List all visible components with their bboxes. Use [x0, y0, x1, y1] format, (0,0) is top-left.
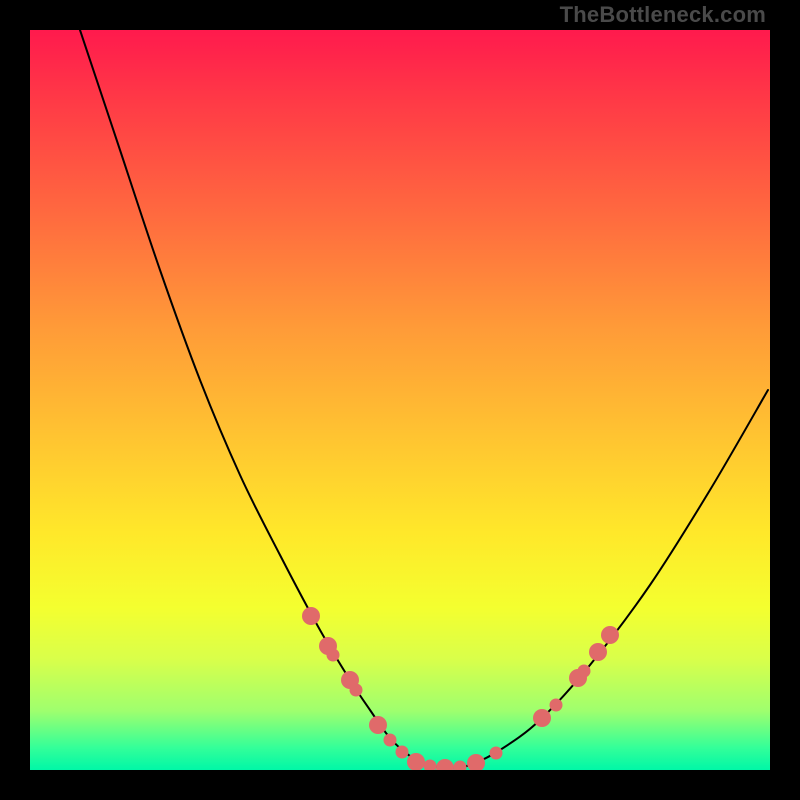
- curve-marker: [533, 709, 551, 727]
- curve-marker: [454, 761, 467, 771]
- curve-marker: [350, 684, 363, 697]
- curve-line: [80, 30, 768, 768]
- curve-marker: [436, 759, 454, 770]
- curve-marker: [302, 607, 320, 625]
- curve-marker: [490, 747, 503, 760]
- curve-marker: [369, 716, 387, 734]
- curve-marker: [589, 643, 607, 661]
- curve-marker: [550, 699, 563, 712]
- curve-marker: [578, 665, 591, 678]
- curve-marker: [601, 626, 619, 644]
- chart-area: [30, 30, 770, 770]
- curve-marker: [384, 734, 397, 747]
- curve-marker: [467, 754, 485, 770]
- curve-marker: [327, 649, 340, 662]
- chart-svg: [30, 30, 770, 770]
- curve-marker: [424, 760, 437, 771]
- watermark-text: TheBottleneck.com: [560, 2, 766, 28]
- curve-marker: [396, 746, 409, 759]
